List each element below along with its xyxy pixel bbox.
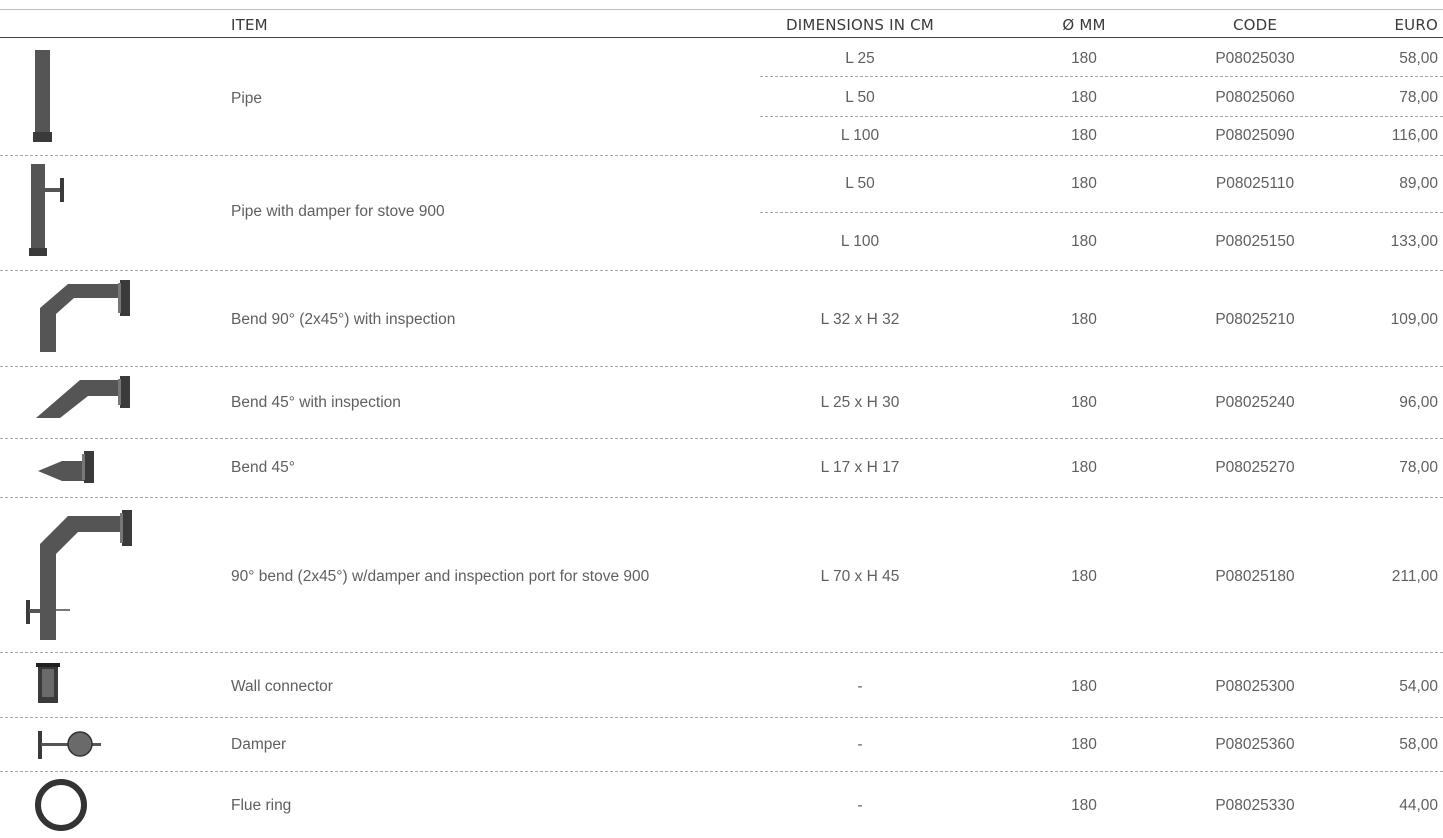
item-name: Bend 45° with inspection: [231, 394, 401, 411]
row-divider: [0, 652, 1443, 653]
item-name: Pipe: [231, 90, 263, 107]
bend-90-damper-icon: [26, 510, 132, 640]
price-cell: 96,00: [1399, 394, 1438, 411]
flue-ring-icon: [35, 779, 87, 831]
dimensions-cell: L 100: [840, 233, 880, 250]
dimensions-cell: L 100: [840, 127, 880, 144]
price-cell: 58,00: [1399, 736, 1438, 753]
diameter-cell: 180: [1071, 127, 1097, 144]
diameter-cell: 180: [1071, 568, 1097, 585]
row-divider: [0, 155, 1443, 156]
wall-connector-icon: [36, 663, 60, 703]
item-name: Damper: [231, 736, 287, 753]
dimensions-cell: L 17 x H 17: [820, 459, 900, 476]
dimensions-cell: -: [857, 678, 863, 695]
diameter-cell: 180: [1071, 311, 1097, 328]
diameter-cell: 180: [1071, 394, 1097, 411]
diameter-cell: 180: [1071, 797, 1097, 814]
header-rule: [0, 37, 1443, 38]
row-divider: [0, 366, 1443, 367]
diameter-cell: 180: [1071, 89, 1097, 106]
row-divider: [0, 717, 1443, 718]
row-divider: [0, 438, 1443, 439]
item-name: Wall connector: [231, 678, 333, 695]
header-item: ITEM: [231, 16, 268, 34]
sub-row-divider: [760, 76, 1443, 77]
bend-90-icon: [40, 280, 130, 352]
header-euro: EURO: [1394, 16, 1438, 34]
diameter-cell: 180: [1071, 459, 1097, 476]
price-cell: 89,00: [1399, 175, 1438, 192]
price-cell: 78,00: [1399, 89, 1438, 106]
price-cell: 58,00: [1399, 50, 1438, 67]
item-name: Flue ring: [231, 797, 292, 814]
dimensions-cell: L 32 x H 32: [820, 311, 900, 328]
price-cell: 109,00: [1390, 311, 1438, 328]
pipe-with-damper-icon: [29, 164, 64, 256]
pipe-icon: [33, 50, 52, 142]
header-diameter: Ø MM: [1062, 16, 1106, 34]
sub-row-divider: [760, 116, 1443, 117]
price-cell: 133,00: [1390, 233, 1438, 250]
top-rule: [0, 9, 1443, 10]
diameter-cell: 180: [1071, 50, 1097, 67]
dimensions-cell: L 50: [845, 89, 875, 106]
row-divider: [0, 270, 1443, 271]
header-dimensions: DIMENSIONS IN CM: [786, 16, 934, 34]
dimensions-cell: L 25 x H 30: [820, 394, 900, 411]
row-divider: [0, 771, 1443, 772]
dimensions-cell: L 50: [845, 175, 875, 192]
item-name: Pipe with damper for stove 900: [231, 203, 445, 220]
dimensions-cell: -: [857, 736, 863, 753]
price-cell: 116,00: [1391, 127, 1438, 144]
dimensions-cell: L 70 x H 45: [820, 568, 900, 585]
diameter-cell: 180: [1071, 233, 1097, 250]
bend-45-icon: [38, 451, 94, 483]
price-cell: 54,00: [1399, 678, 1438, 695]
bend-45-inspection-icon: [36, 376, 130, 418]
diameter-cell: 180: [1071, 678, 1097, 695]
item-name: 90° bend (2x45°) w/damper and inspection…: [231, 568, 650, 585]
price-cell: 44,00: [1399, 797, 1438, 814]
damper-icon: [38, 731, 101, 759]
diameter-cell: 180: [1071, 736, 1097, 753]
item-name: Bend 90° (2x45°) with inspection: [231, 311, 456, 328]
row-divider: [0, 497, 1443, 498]
dimensions-cell: L 25: [845, 50, 875, 67]
dimensions-cell: -: [857, 797, 863, 814]
diameter-cell: 180: [1071, 175, 1097, 192]
sub-row-divider: [760, 212, 1443, 213]
item-name: Bend 45°: [231, 459, 295, 476]
price-cell: 211,00: [1391, 568, 1438, 585]
price-cell: 78,00: [1399, 459, 1438, 476]
